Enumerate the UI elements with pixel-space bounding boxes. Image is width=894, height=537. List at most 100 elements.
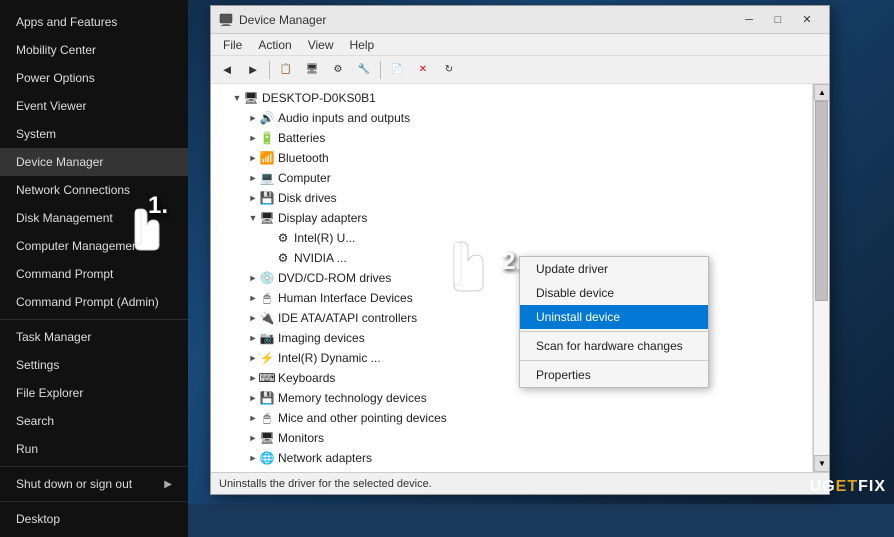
sidebar-item-command-prompt[interactable]: Command Prompt [0,260,188,288]
tree-item-keyboards[interactable]: ► ⌨ Keyboards [211,368,812,388]
sidebar-item-shutdown[interactable]: Shut down or sign out ▶ [0,470,188,498]
ctx-scan-hardware[interactable]: Scan for hardware changes [520,334,708,358]
shutdown-label: Shut down or sign out [16,477,132,491]
minimize-button[interactable]: ─ [735,9,763,31]
sidebar-item-system[interactable]: System [0,120,188,148]
tree-item-imaging[interactable]: ► 📷 Imaging devices [211,328,812,348]
task-manager-label: Task Manager [16,330,91,344]
dvd-icon: 💿 [259,270,275,286]
mobility-center-label: Mobility Center [16,43,96,57]
mon-arrow-icon: ► [247,432,259,444]
hid-icon: 🖱 [259,290,275,306]
maximize-button[interactable]: □ [764,9,792,31]
sidebar-item-command-prompt-admin[interactable]: Command Prompt (Admin) [0,288,188,316]
ide-arrow-icon: ► [247,312,259,324]
monitor-icon: 🖥 [259,430,275,446]
toolbar-btn-2[interactable]: 🖥 [300,59,324,81]
menu-divider-2 [0,466,188,467]
tree-item-network[interactable]: ► 🌐 Network adapters [211,448,812,468]
network-connections-label: Network Connections [16,183,130,197]
scroll-thumb[interactable] [815,101,828,301]
tree-item-intel-dyn[interactable]: ► ⚡ Intel(R) Dynamic ... [211,348,812,368]
net-arrow-icon: ► [247,452,259,464]
network-icon: 🌐 [259,450,275,466]
menu-help[interactable]: Help [342,36,383,54]
context-menu: Update driver Disable device Uninstall d… [519,256,709,388]
ctx-properties[interactable]: Properties [520,363,708,387]
sidebar-item-settings[interactable]: Settings [0,351,188,379]
sidebar-item-task-manager[interactable]: Task Manager [0,323,188,351]
tree-item-monitors[interactable]: ► 🖥 Monitors [211,428,812,448]
toolbar-btn-1[interactable]: 📋 [274,59,298,81]
menu-action[interactable]: Action [250,36,299,54]
toolbar-btn-5[interactable]: 📄 [385,59,409,81]
tree-item-print[interactable]: ► 🖨 Print queues [211,468,812,472]
scrollbar[interactable]: ▲ ▼ [813,84,829,472]
dyn-icon: ⚡ [259,350,275,366]
command-prompt-label: Command Prompt [16,267,113,281]
forward-button[interactable]: ► [241,59,265,81]
menu-view[interactable]: View [300,36,342,54]
desktop: Apps and Features Mobility Center Power … [0,0,894,504]
ctx-disable-device[interactable]: Disable device [520,281,708,305]
comp-arrow-icon: ► [247,172,259,184]
device-manager-window-icon [219,13,233,27]
memory-icon: 💾 [259,390,275,406]
tree-panel[interactable]: ▼ 🖥 DESKTOP-D0KS0B1 ► 🔊 Audio inputs and… [211,84,813,472]
tree-item-batteries[interactable]: ► 🔋 Batteries [211,128,812,148]
status-text: Uninstalls the driver for the selected d… [219,478,432,490]
audio-icon: 🔊 [259,110,275,126]
scroll-up-button[interactable]: ▲ [814,84,829,101]
toolbar-btn-3[interactable]: ⚙ [326,59,350,81]
tree-item-ide[interactable]: ► 🔌 IDE ATA/ATAPI controllers [211,308,812,328]
logo-ug: UG [810,478,836,495]
display-icon: 🖥 [259,210,275,226]
tree-item-computer-node[interactable]: ► 💻 Computer [211,168,812,188]
sidebar-item-search[interactable]: Search [0,407,188,435]
tree-item-disk[interactable]: ► 💾 Disk drives [211,188,812,208]
menu-file[interactable]: File [215,36,250,54]
scroll-down-button[interactable]: ▼ [814,455,829,472]
toolbar-btn-4[interactable]: 🔧 [352,59,376,81]
scroll-track[interactable] [814,101,829,455]
menu-divider-3 [0,501,188,502]
toolbar-btn-7[interactable]: ↻ [437,59,461,81]
ctx-uninstall-device[interactable]: Uninstall device [520,305,708,329]
gpu-icon: ⚙ [275,230,291,246]
sidebar-item-event-viewer[interactable]: Event Viewer [0,92,188,120]
tree-item-bluetooth[interactable]: ► 📶 Bluetooth [211,148,812,168]
bt-arrow-icon: ► [247,152,259,164]
tree-item-intel-gpu[interactable]: ► ⚙ Intel(R) U... [211,228,812,248]
toolbar-btn-6[interactable]: ✕ [411,59,435,81]
power-options-label: Power Options [16,71,95,85]
sidebar-item-apps-features[interactable]: Apps and Features [0,8,188,36]
sidebar-item-run[interactable]: Run [0,435,188,463]
sidebar-item-desktop[interactable]: Desktop [0,505,188,533]
dyn-arrow-icon: ► [247,352,259,364]
tree-item-display-adapters[interactable]: ▼ 🖥 Display adapters [211,208,812,228]
back-button[interactable]: ◄ [215,59,239,81]
shutdown-arrow-icon: ▶ [164,479,172,490]
display-arrow-icon: ▼ [247,212,259,224]
print-icon: 🖨 [259,470,275,472]
sidebar-item-device-manager[interactable]: Device Manager [0,148,188,176]
ctx-divider [520,331,708,332]
file-explorer-label: File Explorer [16,386,83,400]
status-bar: Uninstalls the driver for the selected d… [211,472,829,494]
sidebar-item-mobility-center[interactable]: Mobility Center [0,36,188,64]
sidebar-item-file-explorer[interactable]: File Explorer [0,379,188,407]
tree-item-audio[interactable]: ► 🔊 Audio inputs and outputs [211,108,812,128]
close-button[interactable]: ✕ [793,9,821,31]
imaging-icon: 📷 [259,330,275,346]
comp-icon: 💻 [259,170,275,186]
tree-item-computer[interactable]: ▼ 🖥 DESKTOP-D0KS0B1 [211,88,812,108]
window-controls: ─ □ ✕ [735,9,821,31]
batteries-icon: 🔋 [259,130,275,146]
tree-item-mice[interactable]: ► 🖱 Mice and other pointing devices [211,408,812,428]
ctx-update-driver[interactable]: Update driver [520,257,708,281]
mem-arrow-icon: ► [247,392,259,404]
tree-item-hid[interactable]: ► 🖱 Human Interface Devices [211,288,812,308]
tree-item-memory[interactable]: ► 💾 Memory technology devices [211,388,812,408]
sidebar-item-power-options[interactable]: Power Options [0,64,188,92]
hand-cursor-2-icon [430,225,490,285]
